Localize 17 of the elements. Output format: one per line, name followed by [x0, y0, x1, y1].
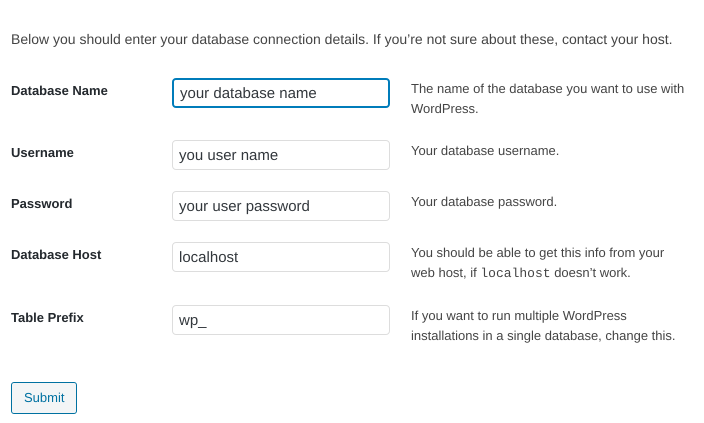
field-label: Database Host	[11, 246, 102, 264]
help-text: You should be able to get this info from your web host, if localhost doesn’t work.	[411, 244, 666, 283]
help-text: Your database password.	[411, 193, 558, 211]
text-field[interactable]: your user password	[172, 191, 390, 221]
help-text: If you want to run multiple WordPress installations in a single database, change this.	[411, 307, 677, 345]
field-label: Table Prefix	[11, 309, 85, 327]
help-text: Your database username.	[411, 142, 560, 160]
intro-text: Below you should enter your database connection details. If you’re not sure about these, contact your host.	[11, 30, 674, 49]
text-field[interactable]: localhost	[172, 242, 390, 272]
field-label: Database Name	[11, 82, 109, 100]
text-field[interactable]: your database name	[172, 78, 390, 108]
text-field[interactable]: wp_	[172, 305, 390, 335]
help-text: The name of the database you want to use with WordPress.	[411, 80, 686, 118]
text-field[interactable]: you user name	[172, 140, 390, 170]
field-label: Password	[11, 195, 74, 213]
field-label: Username	[11, 144, 75, 162]
submit-button[interactable]: Submit	[11, 382, 78, 414]
